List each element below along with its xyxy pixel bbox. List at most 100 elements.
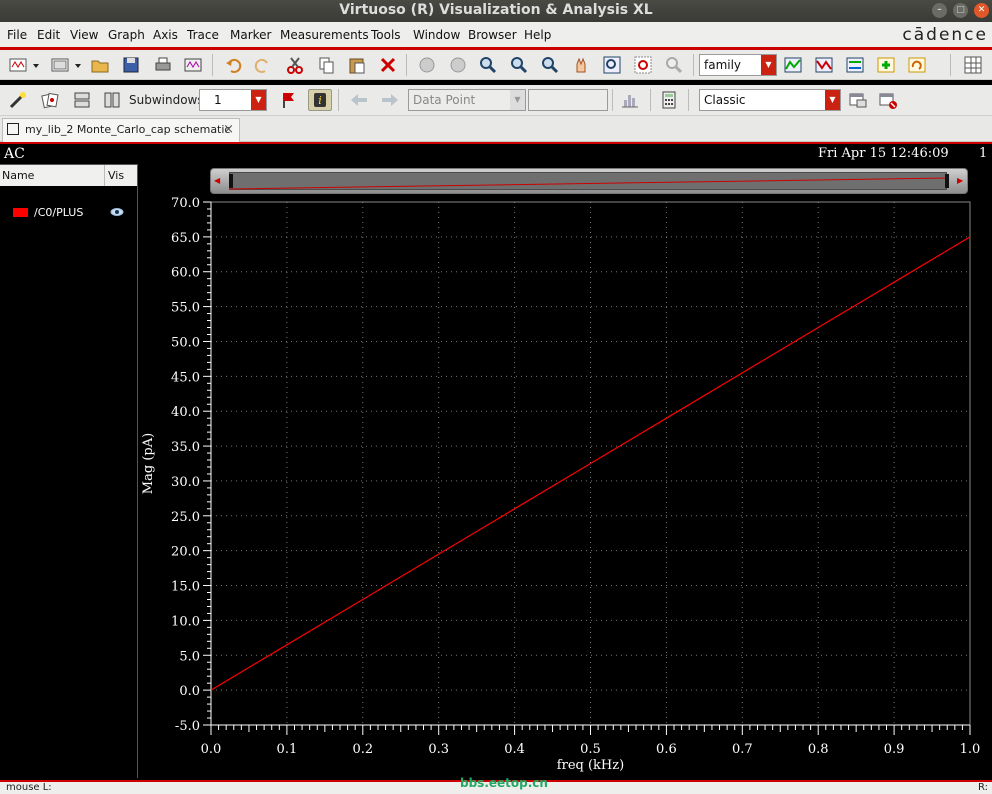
y-tick-label: 0.0 [179,684,200,699]
close-tab-icon[interactable]: × [223,119,234,141]
chevron-down-icon[interactable]: ▼ [825,90,840,110]
window-titlebar: Virtuoso (R) Visualization & Analysis XL… [0,0,992,22]
eye-icon[interactable] [110,207,124,217]
datapoint-combo[interactable]: Data Point ▼ [408,89,526,111]
svg-text:i: i [318,94,322,107]
name-column-header[interactable]: Name [2,169,34,182]
menu-trace[interactable]: Trace [187,28,219,42]
menu-marker[interactable]: Marker [230,28,271,42]
window-settings-icon[interactable] [876,89,900,111]
next-point-icon[interactable] [378,89,402,111]
print-preview-icon[interactable] [181,54,205,76]
paste-icon[interactable] [345,54,369,76]
menu-view[interactable]: View [70,28,98,42]
subwindows-label: Subwindows: [129,93,208,107]
maximize-icon[interactable]: □ [953,3,968,18]
datapoint-combo-value: Data Point [413,93,476,107]
family-stack-icon[interactable] [843,54,867,76]
previous-point-icon[interactable] [347,89,371,111]
zoom-x-icon[interactable] [538,54,562,76]
undo-icon[interactable] [221,54,245,76]
menu-file[interactable]: File [7,28,27,42]
x-tick-label: 0.8 [808,742,829,757]
x-tick-label: 1.0 [960,742,981,757]
y-tick-label: 35.0 [171,440,200,455]
zoom-in-icon[interactable] [476,54,500,76]
plot-area[interactable]: -5.00.05.010.015.020.025.030.035.040.045… [138,196,990,780]
window-style-icon[interactable] [846,89,870,111]
dropdown-arrow-icon[interactable] [30,54,42,76]
datapoint-value-field[interactable] [528,89,608,111]
new-subwindow-icon[interactable] [48,54,72,76]
histogram-icon[interactable] [618,89,642,111]
redo-icon[interactable] [251,54,275,76]
zoom-reset-icon[interactable] [662,54,686,76]
scroll-right-icon[interactable]: ▶ [957,176,963,185]
pan-icon[interactable] [569,54,593,76]
subwindows-spinbox[interactable]: 1 ▼ [199,89,267,111]
analysis-label: AC [4,146,25,162]
y-tick-label: 10.0 [171,614,200,629]
chevron-down-icon[interactable]: ▼ [510,90,525,110]
menu-axis[interactable]: Axis [153,28,178,42]
y-tick-label: 45.0 [171,370,200,385]
x-axis-title: freq (kHz) [557,758,624,773]
family-plot-icon[interactable] [781,54,805,76]
toolbar-separator [406,54,407,76]
scroller-track[interactable] [229,172,949,190]
scroller-right-handle[interactable] [945,174,949,188]
delete-icon[interactable] [376,54,400,76]
chevron-down-icon[interactable]: ▼ [761,55,776,75]
zoom-region-icon[interactable] [631,54,655,76]
trace-row[interactable]: /C0/PLUS [0,205,137,221]
x-zoom-scroller[interactable]: ◀ ▶ [210,168,968,194]
y-tick-label: 30.0 [171,475,200,490]
y-tick-label: 70.0 [171,196,200,211]
y-tick-label: 65.0 [171,231,200,246]
cards-icon[interactable] [38,89,62,111]
open-icon[interactable] [88,54,112,76]
page-number: 1 [979,146,988,161]
scroller-left-handle[interactable] [229,174,233,188]
menu-tools[interactable]: Tools [371,28,401,42]
menu-measurements[interactable]: Measurements [280,28,369,42]
dropdown-arrow-icon[interactable] [72,54,84,76]
split-vertical-icon[interactable] [100,89,124,111]
zoom-out-icon[interactable] [507,54,531,76]
split-horizontal-icon[interactable] [70,89,94,111]
menu-graph[interactable]: Graph [108,28,145,42]
cut-icon[interactable] [283,54,307,76]
info-icon[interactable]: i [308,89,332,111]
menu-window[interactable]: Window [413,28,460,42]
minimize-icon[interactable]: – [932,3,947,18]
calculator-icon[interactable] [657,89,681,111]
y-tick-label: 5.0 [179,649,200,664]
copy-icon[interactable] [314,54,338,76]
vis-column-header[interactable]: Vis [108,169,124,182]
flag-icon[interactable] [277,89,301,111]
family-refresh-icon[interactable] [905,54,929,76]
classic-combo[interactable]: Classic ▼ [699,89,841,111]
close-window-icon[interactable]: ✕ [974,3,989,18]
grid-layout-icon[interactable] [961,54,985,76]
print-icon[interactable] [151,54,175,76]
family-combo[interactable]: family ▼ [699,54,777,76]
menu-edit[interactable]: Edit [37,28,60,42]
zoom-center-icon[interactable] [446,54,470,76]
new-window-icon[interactable] [6,54,30,76]
zoom-fit-icon[interactable] [415,54,439,76]
save-icon[interactable] [119,54,143,76]
zoom-box-icon[interactable] [600,54,624,76]
tab-schematic[interactable]: my_lib_2 Monte_Carlo_cap schematic × [2,118,240,142]
toolbar-separator [612,89,613,111]
axes: -5.00.05.010.015.020.025.030.035.040.045… [171,196,980,757]
chevron-down-icon[interactable]: ▼ [251,90,266,110]
scroll-left-icon[interactable]: ◀ [214,176,220,185]
magic-wand-icon[interactable] [6,89,30,111]
menu-help[interactable]: Help [524,28,551,42]
family-overlay-icon[interactable] [812,54,836,76]
family-add-icon[interactable] [874,54,898,76]
menu-browser[interactable]: Browser [468,28,517,42]
y-tick-label: 15.0 [171,580,200,595]
x-tick-label: 0.2 [352,742,373,757]
